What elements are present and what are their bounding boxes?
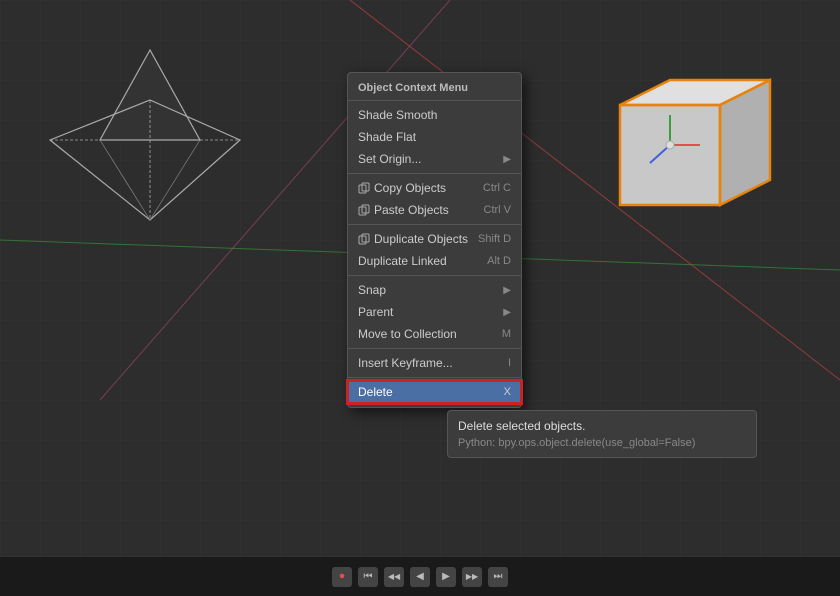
tooltip-box: Delete selected objects. Python: bpy.ops… bbox=[447, 410, 757, 458]
play-button[interactable]: ▶ bbox=[436, 567, 456, 587]
next-frame-button[interactable]: ▶▶ bbox=[462, 567, 482, 587]
skip-start-button[interactable]: ⏮ bbox=[358, 567, 378, 587]
tooltip-description: Delete selected objects. bbox=[458, 419, 746, 433]
menu-item-shade-flat[interactable]: Shade Flat bbox=[348, 126, 521, 148]
timeline-bar: ⏺ ⏮ ◀◀ ◀ ▶ ▶▶ ⏭ bbox=[0, 556, 840, 596]
separator-5 bbox=[348, 377, 521, 378]
prev-frame-button[interactable]: ◀◀ bbox=[384, 567, 404, 587]
separator-3 bbox=[348, 275, 521, 276]
snap-arrow: ▶ bbox=[503, 285, 511, 296]
menu-item-duplicate-objects[interactable]: Duplicate Objects Shift D bbox=[348, 228, 521, 250]
wireframe-object bbox=[20, 40, 250, 240]
duplicate-icon bbox=[358, 233, 370, 245]
menu-item-copy-objects[interactable]: Copy Objects Ctrl C bbox=[348, 177, 521, 199]
separator-1 bbox=[348, 173, 521, 174]
cube-object bbox=[590, 75, 780, 255]
separator-2 bbox=[348, 224, 521, 225]
menu-item-snap[interactable]: Snap ▶ bbox=[348, 279, 521, 301]
menu-item-parent[interactable]: Parent ▶ bbox=[348, 301, 521, 323]
menu-item-duplicate-linked[interactable]: Duplicate Linked Alt D bbox=[348, 250, 521, 272]
tooltip-python: Python: bpy.ops.object.delete(use_global… bbox=[458, 437, 746, 449]
skip-end-button[interactable]: ⏭ bbox=[488, 567, 508, 587]
separator-4 bbox=[348, 348, 521, 349]
copy-icon bbox=[358, 182, 370, 194]
menu-item-insert-keyframe[interactable]: Insert Keyframe... I bbox=[348, 352, 521, 374]
submenu-arrow: ▶ bbox=[503, 154, 511, 165]
menu-item-paste-objects[interactable]: Paste Objects Ctrl V bbox=[348, 199, 521, 221]
context-menu: Object Context Menu Shade Smooth Shade F… bbox=[347, 72, 522, 408]
menu-item-set-origin[interactable]: Set Origin... ▶ bbox=[348, 148, 521, 170]
play-back-button[interactable]: ◀ bbox=[410, 567, 430, 587]
paste-icon bbox=[358, 204, 370, 216]
parent-arrow: ▶ bbox=[503, 307, 511, 318]
record-button[interactable]: ⏺ bbox=[332, 567, 352, 587]
context-menu-title: Object Context Menu bbox=[348, 77, 521, 101]
menu-item-shade-smooth[interactable]: Shade Smooth bbox=[348, 104, 521, 126]
viewport[interactable]: Object Context Menu Shade Smooth Shade F… bbox=[0, 0, 840, 556]
menu-item-move-to-collection[interactable]: Move to Collection M bbox=[348, 323, 521, 345]
menu-item-delete[interactable]: Delete X bbox=[348, 381, 521, 403]
